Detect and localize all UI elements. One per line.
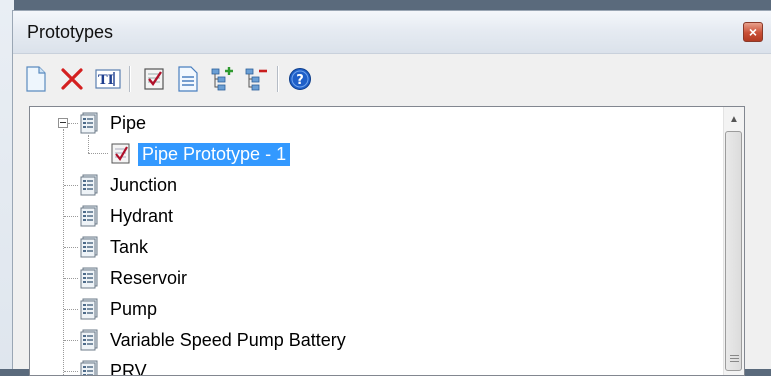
element-type-icon: [78, 205, 100, 227]
close-icon: ×: [749, 25, 757, 39]
tree-category-item[interactable]: Pipe: [78, 108, 150, 138]
new-document-icon: [25, 66, 47, 92]
rename-icon: TI: [95, 67, 121, 91]
close-button[interactable]: ×: [743, 22, 763, 42]
tree-connector: [64, 340, 78, 341]
element-type-icon: [78, 298, 100, 320]
svg-text:TI: TI: [98, 73, 114, 88]
tree-connector: [64, 371, 78, 372]
element-type-icon: [78, 112, 100, 134]
make-current-button[interactable]: [139, 64, 169, 94]
panel-title: Prototypes: [27, 22, 113, 43]
tree-prototype-item[interactable]: Pipe Prototype - 1: [110, 139, 290, 169]
tree-category-item[interactable]: Junction: [78, 170, 181, 200]
report-button[interactable]: [173, 64, 203, 94]
vertical-scrollbar[interactable]: ▲: [723, 107, 744, 375]
expand-all-icon: [209, 66, 235, 92]
toolbar-separator: [277, 66, 279, 92]
scroll-grip: [730, 355, 739, 356]
scroll-grip: [730, 361, 739, 362]
delete-icon: [60, 67, 84, 91]
toolbar: TI: [13, 54, 771, 104]
prototype-tree[interactable]: Pipe Pipe Prototype - 1 Junction Hydrant Tan…: [29, 106, 745, 376]
element-type-icon: [78, 267, 100, 289]
scrollbar-thumb[interactable]: [725, 131, 742, 371]
tree-connector: [64, 278, 78, 279]
collapse-toggle[interactable]: [58, 118, 68, 128]
collapse-all-icon: [243, 66, 269, 92]
tree-category-item[interactable]: Reservoir: [78, 263, 191, 293]
element-type-icon: [78, 329, 100, 351]
report-icon: [177, 66, 199, 92]
tree-connector: [64, 185, 78, 186]
rename-button[interactable]: TI: [93, 64, 123, 94]
tree-item-label: PRV: [106, 360, 151, 376]
tree-item-label: Tank: [106, 236, 152, 259]
prototype-check-icon: [110, 143, 132, 165]
element-type-icon: [78, 360, 100, 376]
tree-item-label: Pipe Prototype - 1: [138, 143, 290, 166]
tree-category-item[interactable]: Pump: [78, 294, 161, 324]
tree-category-item[interactable]: Hydrant: [78, 201, 177, 231]
tree-connector: [64, 309, 78, 310]
delete-button[interactable]: [57, 64, 87, 94]
tree-connector: [64, 216, 78, 217]
toolbar-separator: [129, 66, 131, 92]
tree-category-item[interactable]: Tank: [78, 232, 152, 262]
help-button[interactable]: ?: [285, 64, 315, 94]
title-bar: Prototypes ×: [13, 11, 771, 54]
svg-text:?: ?: [296, 73, 304, 88]
tree-connector: [64, 247, 78, 248]
tree-connector: [88, 153, 108, 154]
expand-all-button[interactable]: [207, 64, 237, 94]
collapse-all-button[interactable]: [241, 64, 271, 94]
make-current-icon: [142, 67, 166, 91]
tree-item-label: Variable Speed Pump Battery: [106, 329, 350, 352]
tree-item-label: Reservoir: [106, 267, 191, 290]
tree-item-label: Pipe: [106, 112, 150, 135]
new-button[interactable]: [21, 64, 51, 94]
tree-item-label: Pump: [106, 298, 161, 321]
prototypes-panel: Prototypes × TI: [12, 10, 771, 369]
help-icon: ?: [288, 67, 312, 91]
tree-category-item[interactable]: PRV: [78, 356, 151, 376]
tree-category-item[interactable]: Variable Speed Pump Battery: [78, 325, 350, 355]
scroll-up-arrow[interactable]: ▲: [724, 107, 744, 131]
tree-item-label: Hydrant: [106, 205, 177, 228]
scroll-grip: [730, 358, 739, 359]
element-type-icon: [78, 236, 100, 258]
element-type-icon: [78, 174, 100, 196]
tree-content: Pipe Pipe Prototype - 1 Junction Hydrant Tan…: [30, 107, 724, 375]
tree-connector: [68, 123, 78, 124]
tree-item-label: Junction: [106, 174, 181, 197]
tree-connector: [63, 129, 64, 376]
